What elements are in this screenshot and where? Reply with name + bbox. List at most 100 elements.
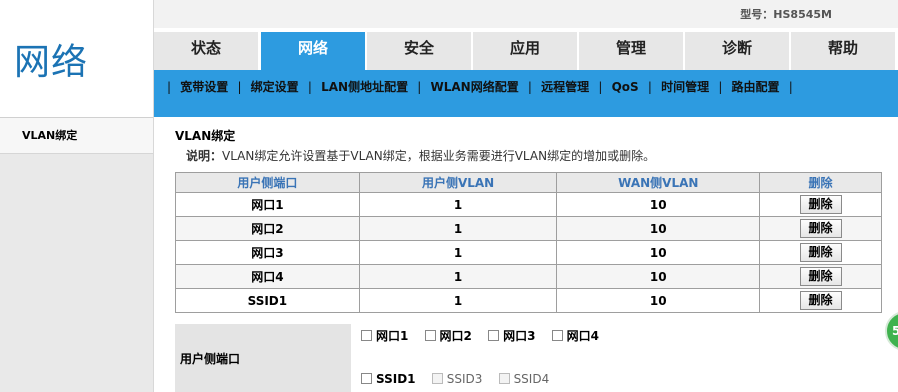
delete-button[interactable]: 删除 xyxy=(799,219,842,238)
checkbox-label: 网口2 xyxy=(439,329,472,343)
cell-port: SSID1 xyxy=(175,288,360,313)
cell-delete: 删除 xyxy=(759,216,882,241)
table-row: 网口1 1 10 删除 xyxy=(175,192,882,217)
cell-wan-vlan: 10 xyxy=(556,264,761,289)
cell-wan-vlan: 10 xyxy=(556,216,761,241)
page-description: 说明：VLAN绑定允许设置基于VLAN绑定，根据业务需要进行VLAN绑定的增加或… xyxy=(186,147,655,164)
vlan-binding-table: 用户侧端口 用户侧VLAN WAN侧VLAN 删除 网口1 1 10 删除 网口… xyxy=(175,172,882,313)
cell-user-vlan: 1 xyxy=(358,192,558,217)
subnav-qos[interactable]: QoS xyxy=(612,80,639,94)
main-tabs: 状态 网络 安全 应用 管理 诊断 帮助 xyxy=(154,32,898,70)
cell-user-vlan: 1 xyxy=(358,288,558,313)
sub-nav-separator: | xyxy=(718,80,723,94)
cell-delete: 删除 xyxy=(759,288,882,313)
checkbox-ssid3: SSID3 xyxy=(431,372,483,386)
brand-area: 网络 xyxy=(0,0,153,117)
tab-application[interactable]: 应用 xyxy=(473,32,577,70)
subnav-binding[interactable]: 绑定设置 xyxy=(251,80,299,94)
checkbox-ssid4: SSID4 xyxy=(498,372,550,386)
delete-button[interactable]: 删除 xyxy=(799,267,842,286)
col-header-delete: 删除 xyxy=(759,172,882,193)
sub-nav-separator: | xyxy=(647,80,652,94)
delete-button[interactable]: 删除 xyxy=(799,195,842,214)
subnav-remote-management[interactable]: 远程管理 xyxy=(541,80,589,94)
page-root: 网络 VLAN绑定 型号：HS8545M 状态 网络 安全 应用 管理 诊断 帮… xyxy=(0,0,898,392)
floating-speed-badge[interactable]: 57 xyxy=(885,311,898,351)
cell-delete: 删除 xyxy=(759,192,882,217)
checkbox-lan1[interactable]: 网口1 xyxy=(361,327,408,344)
tab-help[interactable]: 帮助 xyxy=(791,32,895,70)
section-title: 网络 xyxy=(14,42,89,83)
cell-wan-vlan: 10 xyxy=(556,240,761,265)
ssid-checkbox-row: SSID1 SSID3 SSID4 xyxy=(361,372,561,386)
description-label: 说明： xyxy=(186,149,223,163)
sub-nav-separator: | xyxy=(788,80,793,94)
table-row: SSID1 1 10 删除 xyxy=(175,288,882,313)
subnav-broadband[interactable]: 宽带设置 xyxy=(180,80,228,94)
lan-port-checkbox-row: 网口1 网口2 网口3 网口4 xyxy=(361,327,611,344)
cell-port: 网口1 xyxy=(175,192,360,217)
sidebar: VLAN绑定 xyxy=(0,117,153,392)
cell-wan-vlan: 10 xyxy=(556,192,761,217)
checkbox-box xyxy=(431,373,443,384)
sub-nav-separator: | xyxy=(527,80,532,94)
table-row: 网口4 1 10 删除 xyxy=(175,264,882,289)
sub-nav-separator: | xyxy=(167,80,172,94)
checkbox-ssid1[interactable]: SSID1 xyxy=(361,372,416,386)
checkbox-box[interactable] xyxy=(551,330,563,341)
cell-user-vlan: 1 xyxy=(358,216,558,241)
sub-nav: | 宽带设置 | 绑定设置 | LAN侧地址配置 | WLAN网络配置 | 远程… xyxy=(154,70,898,117)
delete-button[interactable]: 删除 xyxy=(799,291,842,310)
tab-diagnose[interactable]: 诊断 xyxy=(685,32,789,70)
device-model: 型号：HS8545M xyxy=(740,8,832,21)
subnav-lan-address[interactable]: LAN侧地址配置 xyxy=(321,80,408,94)
checkbox-box xyxy=(498,373,510,384)
col-header-wan-vlan: WAN侧VLAN xyxy=(556,172,761,193)
sub-nav-separator: | xyxy=(417,80,422,94)
checkbox-lan4[interactable]: 网口4 xyxy=(551,327,599,344)
top-bar: 型号：HS8545M xyxy=(154,0,898,28)
cell-user-vlan: 1 xyxy=(358,240,558,265)
cell-wan-vlan: 10 xyxy=(556,288,761,313)
checkbox-label: SSID4 xyxy=(513,372,550,386)
table-row: 网口2 1 10 删除 xyxy=(175,216,882,241)
col-header-user-vlan: 用户侧VLAN xyxy=(358,172,558,193)
tab-security[interactable]: 安全 xyxy=(367,32,471,70)
checkbox-label: SSID3 xyxy=(446,372,483,386)
cell-port: 网口3 xyxy=(175,240,360,265)
checkbox-box[interactable] xyxy=(424,330,436,341)
sub-nav-separator: | xyxy=(598,80,603,94)
sub-nav-separator: | xyxy=(237,80,242,94)
sub-nav-row: | 宽带设置 | 绑定设置 | LAN侧地址配置 | WLAN网络配置 | 远程… xyxy=(162,78,798,95)
checkbox-label: 网口3 xyxy=(503,329,536,343)
page-title: VLAN绑定 xyxy=(175,129,236,143)
checkbox-lan2[interactable]: 网口2 xyxy=(424,327,472,344)
checkbox-box[interactable] xyxy=(488,330,500,341)
cell-port: 网口2 xyxy=(175,216,360,241)
checkbox-lan3[interactable]: 网口3 xyxy=(488,327,535,344)
sub-nav-separator: | xyxy=(307,80,312,94)
sidebar-item-vlan-binding[interactable]: VLAN绑定 xyxy=(0,118,153,154)
cell-port: 网口4 xyxy=(175,264,360,289)
user-port-form-label-cell: 用户侧端口 xyxy=(175,324,351,392)
cell-user-vlan: 1 xyxy=(358,264,558,289)
checkbox-box[interactable] xyxy=(361,373,372,384)
table-header-row: 用户侧端口 用户侧VLAN WAN侧VLAN 删除 xyxy=(175,172,882,193)
tab-management[interactable]: 管理 xyxy=(579,32,683,70)
description-text: VLAN绑定允许设置基于VLAN绑定，根据业务需要进行VLAN绑定的增加或删除。 xyxy=(222,149,656,163)
cell-delete: 删除 xyxy=(759,264,882,289)
subnav-time[interactable]: 时间管理 xyxy=(661,80,709,94)
subnav-wlan[interactable]: WLAN网络配置 xyxy=(431,80,519,94)
col-header-user-port: 用户侧端口 xyxy=(175,172,360,193)
delete-button[interactable]: 删除 xyxy=(799,243,842,262)
checkbox-label: SSID1 xyxy=(376,372,416,386)
subnav-routing[interactable]: 路由配置 xyxy=(732,80,780,94)
cell-delete: 删除 xyxy=(759,240,882,265)
table-row: 网口3 1 10 删除 xyxy=(175,240,882,265)
tab-network[interactable]: 网络 xyxy=(261,32,365,70)
checkbox-label: 网口1 xyxy=(376,329,409,343)
checkbox-label: 网口4 xyxy=(566,329,599,343)
user-port-label: 用户侧端口 xyxy=(180,352,241,366)
tab-status[interactable]: 状态 xyxy=(154,32,258,70)
checkbox-box[interactable] xyxy=(361,330,372,341)
